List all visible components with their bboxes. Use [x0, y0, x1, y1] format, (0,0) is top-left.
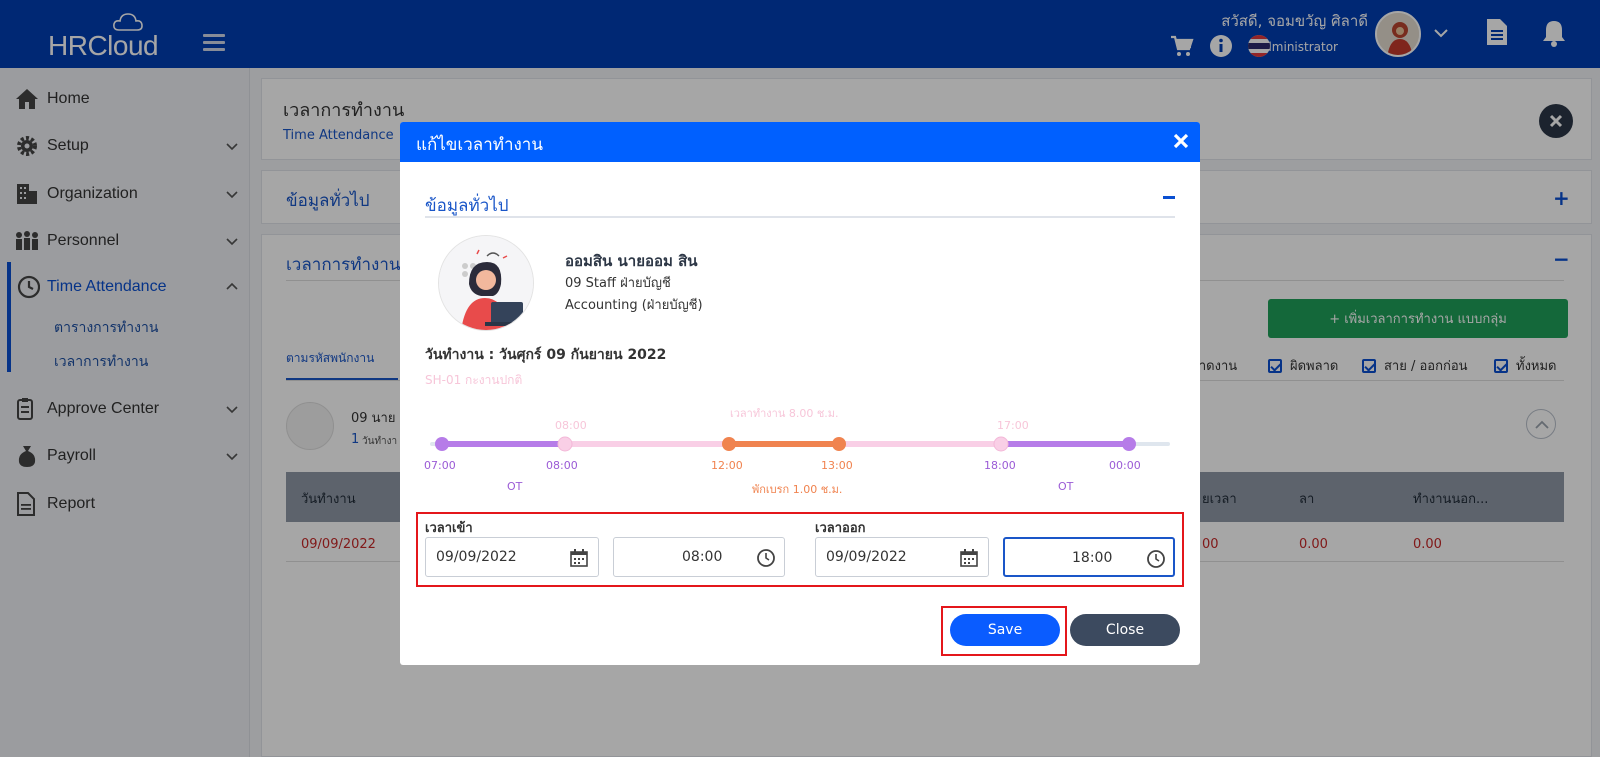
- employee-illustration: [439, 236, 533, 330]
- modal-section-title[interactable]: ข้อมูลทั่วไป: [425, 192, 509, 219]
- collapse-icon[interactable]: [1163, 196, 1175, 199]
- employee-position: 09 Staff ฝ่ายบัญชี: [565, 276, 671, 291]
- ot-label-end: OT: [1058, 480, 1074, 493]
- modal-title: แก้ไขเวลาทำงาน: [416, 135, 543, 155]
- tick-1300: 13:00: [821, 459, 853, 472]
- employee-photo: [438, 235, 534, 331]
- clock-icon[interactable]: [1146, 549, 1166, 569]
- time-out-date-input[interactable]: 09/09/2022: [815, 537, 989, 577]
- time-in-time-input[interactable]: 08:00: [613, 537, 785, 577]
- tick-0800: 08:00: [546, 459, 578, 472]
- tick-0700: 07:00: [424, 459, 456, 472]
- time-in-date-input[interactable]: 09/09/2022: [425, 537, 599, 577]
- time-in-label: เวลาเข้า: [425, 521, 473, 536]
- work-date: วันทำงาน : วันศุกร์ 09 กันยายน 2022: [425, 347, 667, 363]
- ot-label-start: OT: [507, 480, 523, 493]
- save-button[interactable]: Save: [950, 614, 1060, 646]
- employee-name: ออมสิน นายออม สิน: [565, 252, 698, 270]
- tick-1800: 18:00: [984, 459, 1016, 472]
- worktime-timeline: [430, 436, 1170, 452]
- work-hours-label: เวลาทำงาน 8.00 ช.ม.: [730, 407, 839, 420]
- shift-code: SH-01 กะงานปกติ: [425, 373, 523, 387]
- clock-icon[interactable]: [756, 548, 776, 568]
- tick-1200: 12:00: [711, 459, 743, 472]
- modal-close-icon[interactable]: [1172, 132, 1190, 150]
- calendar-icon[interactable]: [959, 548, 979, 568]
- break-label: พักเบรก 1.00 ช.ม.: [752, 483, 843, 496]
- calendar-icon[interactable]: [569, 548, 589, 568]
- divider: [425, 216, 1175, 218]
- time-out-label: เวลาออก: [815, 521, 866, 536]
- tick-above-start: 08:00: [555, 419, 587, 432]
- close-button[interactable]: Close: [1070, 614, 1180, 646]
- employee-department: Accounting (ฝ่ายบัญชี): [565, 298, 703, 313]
- tick-0000: 00:00: [1109, 459, 1141, 472]
- tick-above-end: 17:00: [997, 419, 1029, 432]
- edit-worktime-modal: แก้ไขเวลาทำงาน ข้อมูลทั่วไป ออมสิน นายออ…: [400, 122, 1200, 665]
- modal-header: แก้ไขเวลาทำงาน: [400, 122, 1200, 162]
- time-out-time-input[interactable]: 18:00: [1003, 537, 1175, 577]
